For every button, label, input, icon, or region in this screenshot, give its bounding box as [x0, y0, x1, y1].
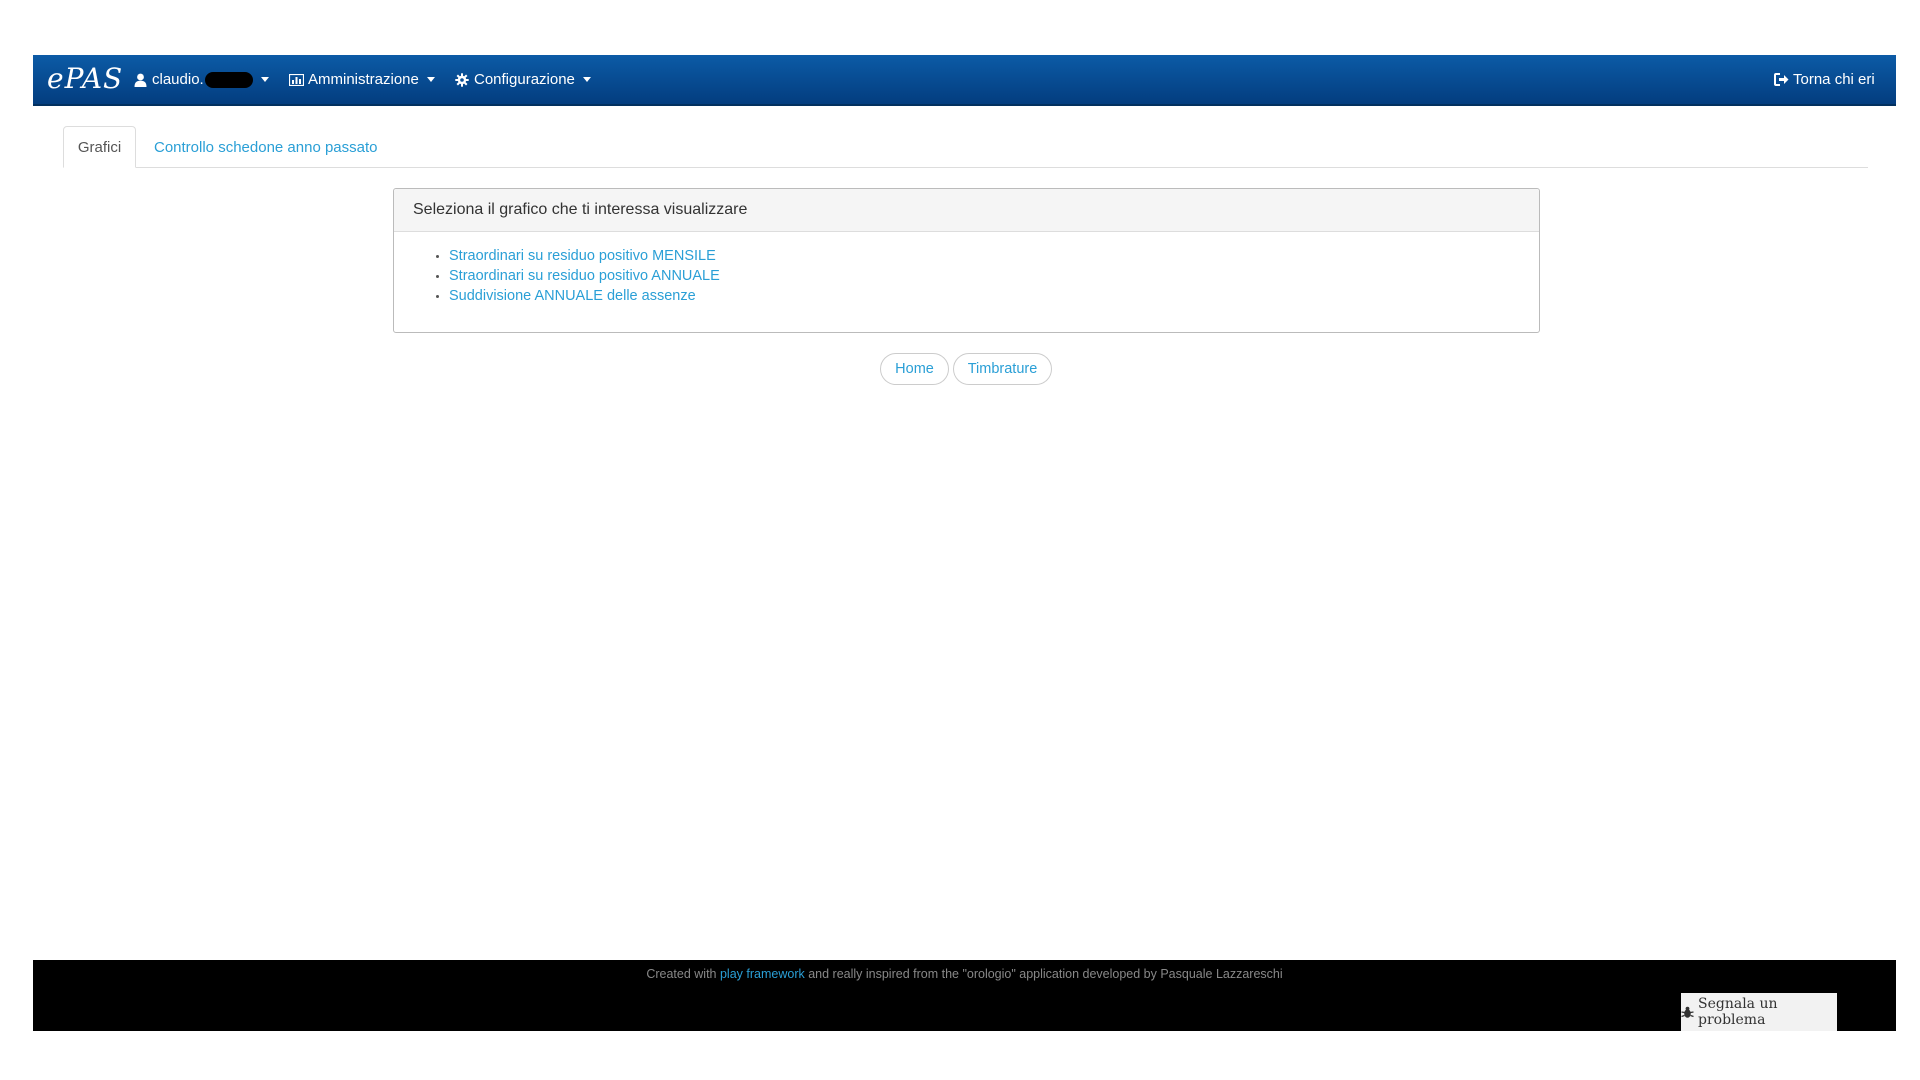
panel-heading: Seleziona il grafico che ti interessa vi…: [394, 189, 1539, 232]
chart-link-list: Straordinari su residuo positivo MENSILE…: [394, 246, 1539, 306]
chevron-down-icon: [426, 77, 435, 82]
admin-menu[interactable]: Amministrazione: [288, 55, 435, 104]
tab-bar: Grafici Controllo schedone anno passato: [63, 126, 1868, 168]
user-menu-label: claudio.: [152, 71, 204, 88]
gear-icon: [454, 72, 470, 88]
user-icon: [132, 72, 148, 88]
tab-controllo-schedone[interactable]: Controllo schedone anno passato: [139, 126, 393, 168]
footer-credits: Created with play framework and really i…: [33, 967, 1896, 981]
bar-chart-icon: [288, 72, 304, 88]
top-navbar: ePAS claudio. Amministrazione Configuraz…: [33, 55, 1896, 106]
redacted-username: [204, 71, 253, 88]
home-button[interactable]: Home: [880, 353, 949, 385]
panel-body: Straordinari su residuo positivo MENSILE…: [394, 232, 1539, 306]
tab-grafici[interactable]: Grafici: [63, 126, 136, 168]
user-menu[interactable]: claudio.: [132, 55, 269, 104]
nav-button-group: Home Timbrature: [880, 353, 1052, 385]
config-menu[interactable]: Configurazione: [454, 55, 591, 104]
back-to-self-label: Torna chi eri: [1793, 71, 1875, 88]
footer-suffix: and really inspired from the "orologio" …: [804, 967, 1283, 981]
timbrature-button[interactable]: Timbrature: [953, 353, 1052, 385]
list-item: Straordinari su residuo positivo ANNUALE: [449, 266, 1539, 286]
list-item: Suddivisione ANNUALE delle assenze: [449, 286, 1539, 306]
brand-logo[interactable]: ePAS: [47, 62, 123, 95]
back-to-self-link[interactable]: Torna chi eri: [1773, 55, 1875, 104]
chart-link-annual-overtime[interactable]: Straordinari su residuo positivo ANNUALE: [449, 268, 720, 284]
list-item: Straordinari su residuo positivo MENSILE: [449, 246, 1539, 266]
report-problem-button[interactable]: Segnala un problema: [1681, 993, 1837, 1031]
report-problem-label: Segnala un problema: [1698, 996, 1778, 1028]
chart-link-annual-absences[interactable]: Suddivisione ANNUALE delle assenze: [449, 288, 696, 304]
page-footer: Created with play framework and really i…: [33, 960, 1896, 1031]
chart-selection-panel: Seleziona il grafico che ti interessa vi…: [393, 188, 1540, 333]
chevron-down-icon: [582, 77, 591, 82]
play-framework-link[interactable]: play framework: [720, 967, 805, 981]
chevron-down-icon: [260, 77, 269, 82]
admin-menu-label: Amministrazione: [308, 71, 419, 88]
config-menu-label: Configurazione: [474, 71, 575, 88]
chart-link-monthly-overtime[interactable]: Straordinari su residuo positivo MENSILE: [449, 248, 716, 264]
bug-icon: [1681, 1006, 1694, 1019]
sign-out-icon: [1773, 72, 1789, 88]
footer-prefix: Created with: [646, 967, 720, 981]
